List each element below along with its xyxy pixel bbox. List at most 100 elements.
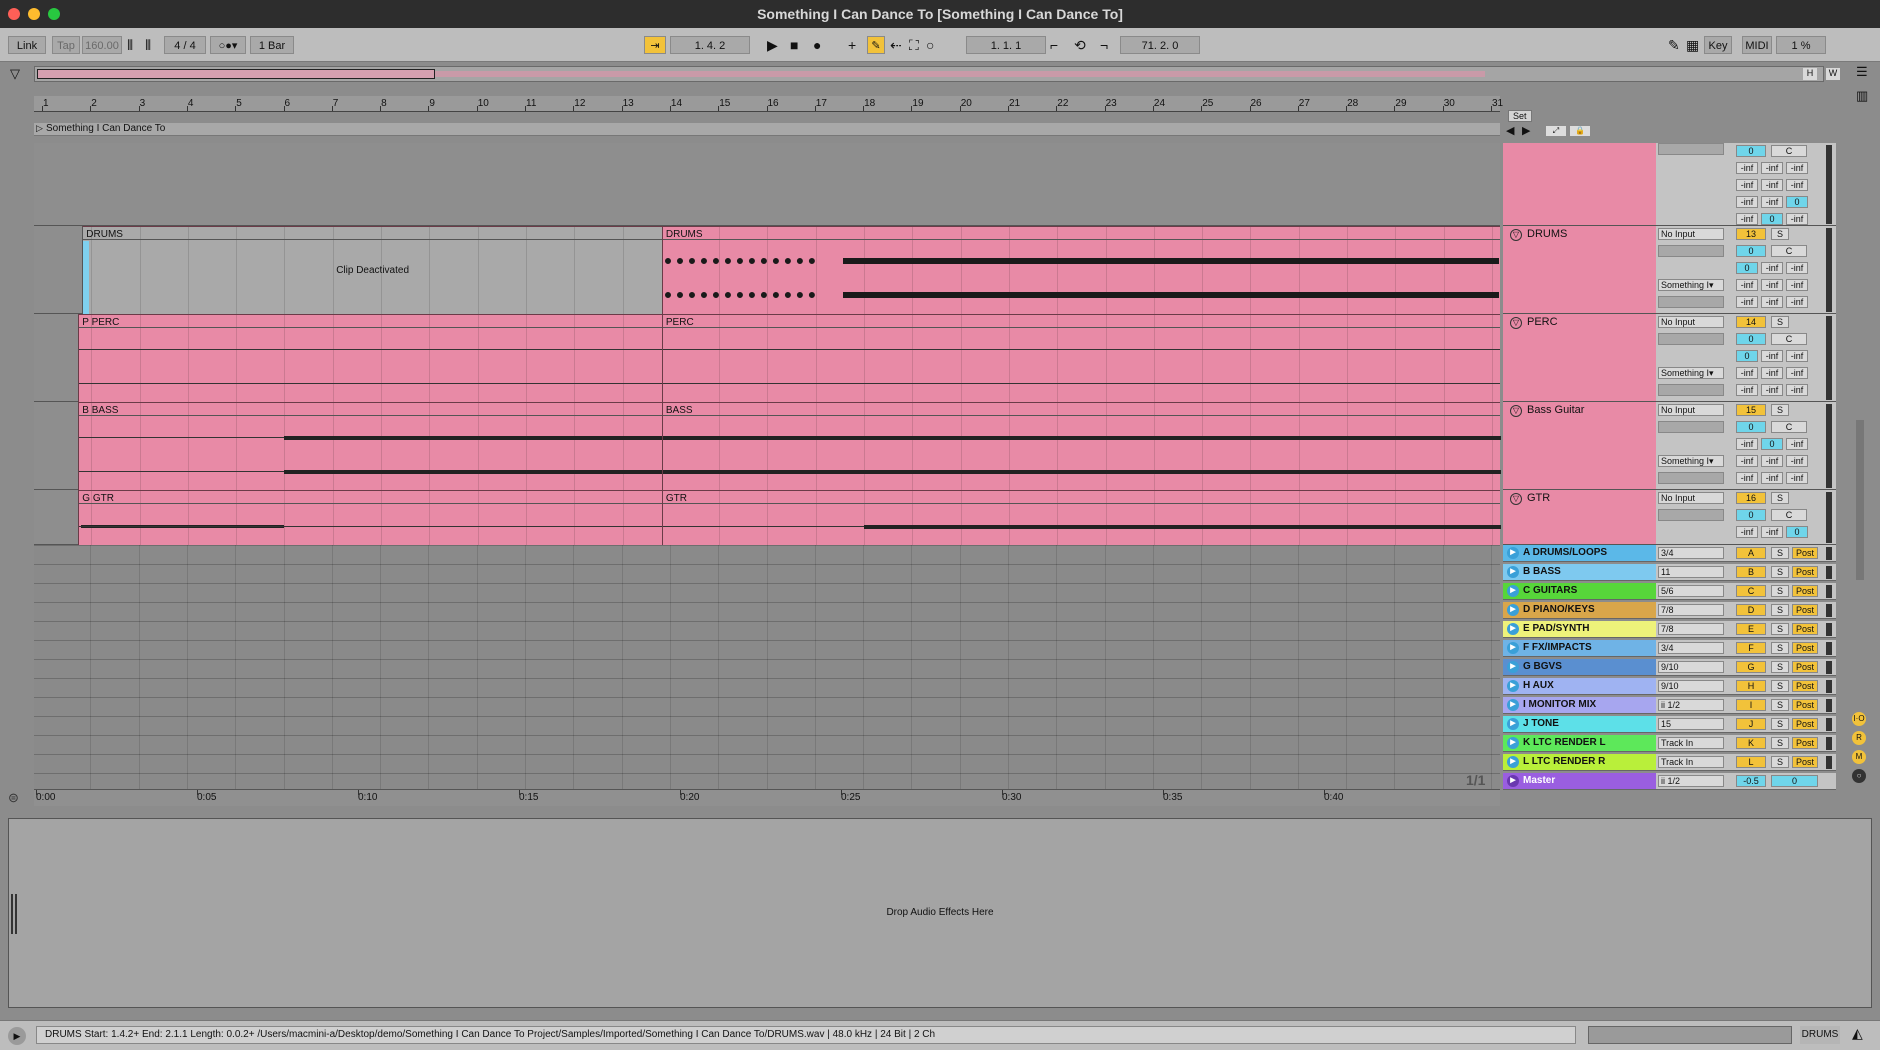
- return-fold-icon[interactable]: ▶: [1507, 661, 1519, 673]
- return-solo-button[interactable]: S: [1771, 737, 1789, 749]
- track-name[interactable]: Bass Guitar: [1527, 404, 1584, 416]
- send-field[interactable]: -inf: [1761, 262, 1783, 274]
- return-solo-button[interactable]: S: [1771, 699, 1789, 711]
- master-volume[interactable]: -0.5: [1736, 775, 1766, 787]
- track-header-perc[interactable]: ▽ PERC: [1503, 314, 1656, 402]
- next-locator-icon[interactable]: ▶: [1522, 124, 1530, 137]
- io-toggle-icon[interactable]: I·O: [1852, 712, 1866, 726]
- track-fold-icon[interactable]: ▽: [1510, 405, 1522, 417]
- return-solo-button[interactable]: S: [1771, 566, 1789, 578]
- return-track-header[interactable]: ▶ I MONITOR MIX: [1503, 697, 1656, 714]
- top-track-field[interactable]: -inf: [1736, 162, 1758, 174]
- send-field[interactable]: -inf: [1761, 350, 1783, 362]
- return-track-header[interactable]: ▶ J TONE: [1503, 716, 1656, 733]
- pan-field[interactable]: C: [1771, 509, 1807, 521]
- punch-out-icon[interactable]: ¬: [1100, 36, 1108, 54]
- metronome-button[interactable]: ○●▾: [210, 36, 246, 54]
- top-track-field[interactable]: -inf: [1736, 213, 1758, 225]
- master-pan[interactable]: 0: [1771, 775, 1818, 787]
- return-activator[interactable]: A: [1736, 547, 1766, 559]
- send-field[interactable]: 0: [1761, 438, 1783, 450]
- empty-arrangement-area[interactable]: [34, 545, 1500, 790]
- return-activator[interactable]: L: [1736, 756, 1766, 768]
- pan-field[interactable]: C: [1771, 421, 1807, 433]
- return-post-button[interactable]: Post: [1792, 737, 1818, 749]
- output-menu[interactable]: Something I▾: [1658, 279, 1724, 291]
- time-signature-field[interactable]: 4 / 4: [164, 36, 206, 54]
- track-header-bass[interactable]: ▽ Bass Guitar: [1503, 402, 1656, 490]
- return-post-button[interactable]: Post: [1792, 547, 1818, 559]
- return-solo-button[interactable]: S: [1771, 642, 1789, 654]
- return-fold-icon[interactable]: ▶: [1507, 642, 1519, 654]
- return-track-header[interactable]: ▶ E PAD/SYNTH: [1503, 621, 1656, 638]
- return-activator[interactable]: F: [1736, 642, 1766, 654]
- return-activator[interactable]: E: [1736, 623, 1766, 635]
- return-output-menu[interactable]: ii 1/2: [1658, 699, 1724, 711]
- clip-drums-1[interactable]: DRUMS Clip Deactivated: [82, 226, 662, 315]
- time-ruler[interactable]: 0:00 0:05 0:10 0:15 0:20 0:25 0:30 0:35 0:40: [34, 790, 1500, 806]
- draw-mode-icon[interactable]: ✎: [1668, 36, 1680, 54]
- return-track-header[interactable]: ▶ L LTC RENDER R: [1503, 754, 1656, 771]
- solo-button[interactable]: S: [1771, 228, 1789, 240]
- detail-view-toggle-icon[interactable]: ◭: [1852, 1025, 1863, 1042]
- pan-field[interactable]: C: [1771, 245, 1807, 257]
- clip-perc-1[interactable]: P PERC: [78, 314, 662, 402]
- mixer-toggle-icon[interactable]: M: [1852, 750, 1866, 764]
- top-track-lane[interactable]: [34, 143, 1500, 226]
- return-track-header[interactable]: ▶ C GUITARS: [1503, 583, 1656, 600]
- return-solo-button[interactable]: S: [1771, 718, 1789, 730]
- input-type-menu[interactable]: No Input: [1658, 316, 1724, 328]
- vertical-scrollbar[interactable]: [1856, 420, 1864, 580]
- return-activator[interactable]: D: [1736, 604, 1766, 616]
- master-track-header[interactable]: ▶ Master: [1503, 773, 1656, 790]
- record-icon[interactable]: ●: [813, 36, 821, 54]
- overview-viewport[interactable]: [37, 69, 435, 79]
- return-solo-button[interactable]: S: [1771, 661, 1789, 673]
- return-fold-icon[interactable]: ▶: [1507, 547, 1519, 559]
- return-activator[interactable]: K: [1736, 737, 1766, 749]
- volume-field[interactable]: 0: [1736, 509, 1766, 521]
- prev-locator-icon[interactable]: ◀: [1506, 124, 1514, 137]
- top-track-header[interactable]: [1503, 143, 1656, 226]
- follow-button[interactable]: ⇥: [644, 36, 666, 54]
- return-activator[interactable]: C: [1736, 585, 1766, 597]
- return-track-header[interactable]: ▶ D PIANO/KEYS: [1503, 602, 1656, 619]
- tap-tempo-button[interactable]: Tap: [52, 36, 80, 54]
- clip-gtr-2[interactable]: GTR: [661, 490, 1501, 545]
- return-solo-button[interactable]: S: [1771, 756, 1789, 768]
- return-output-menu[interactable]: 11: [1658, 566, 1724, 578]
- clip-perc-2[interactable]: PERC: [661, 314, 1500, 402]
- input-channel-menu[interactable]: [1658, 245, 1724, 257]
- return-fold-icon[interactable]: ▶: [1507, 718, 1519, 730]
- send-field[interactable]: -inf: [1786, 350, 1808, 362]
- return-output-menu[interactable]: 3/4: [1658, 642, 1724, 654]
- return-output-menu[interactable]: Track In: [1658, 737, 1724, 749]
- solo-button[interactable]: S: [1771, 316, 1789, 328]
- punch-in-field[interactable]: 1. 1. 1: [966, 36, 1046, 54]
- io-toggle-icon[interactable]: ▥: [1856, 88, 1868, 104]
- keyboard-icon[interactable]: ▦: [1686, 36, 1699, 54]
- nudge-down-icon[interactable]: ⦀: [127, 36, 133, 54]
- return-post-button[interactable]: Post: [1792, 661, 1818, 673]
- return-solo-button[interactable]: S: [1771, 547, 1789, 559]
- solo-button[interactable]: S: [1771, 404, 1789, 416]
- arrangement-position-field[interactable]: 1. 4. 2: [670, 36, 750, 54]
- loop-switch-icon[interactable]: ⟲: [1074, 36, 1086, 54]
- crossfader-toggle-icon[interactable]: ○: [1852, 769, 1866, 783]
- arrangement-overview[interactable]: [34, 66, 1824, 82]
- punch-in-icon[interactable]: ⌐: [1050, 36, 1058, 54]
- return-track-header[interactable]: ▶ K LTC RENDER L: [1503, 735, 1656, 752]
- send-field[interactable]: -inf: [1736, 526, 1758, 538]
- return-fold-icon[interactable]: ▶: [1507, 604, 1519, 616]
- send-field[interactable]: 0: [1786, 526, 1808, 538]
- h-zoom-button[interactable]: H: [1803, 68, 1817, 80]
- stop-icon[interactable]: ■: [790, 36, 798, 54]
- expand-icon[interactable]: ⤢: [1546, 126, 1566, 136]
- top-track-input[interactable]: [1658, 143, 1724, 155]
- track-fold-icon[interactable]: ▽: [1510, 493, 1522, 505]
- return-output-menu[interactable]: 3/4: [1658, 547, 1724, 559]
- session-record-icon[interactable]: ○: [926, 36, 934, 54]
- return-fold-icon[interactable]: ▶: [1507, 756, 1519, 768]
- return-post-button[interactable]: Post: [1792, 642, 1818, 654]
- track-header-gtr[interactable]: ▽ GTR: [1503, 490, 1656, 545]
